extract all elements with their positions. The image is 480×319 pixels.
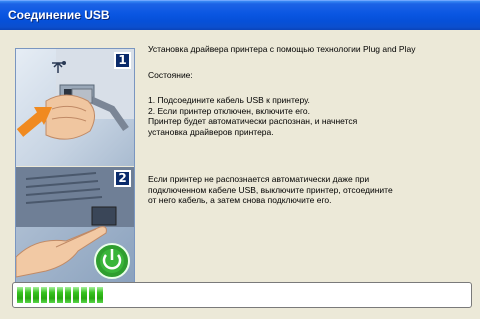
step1-badge: 1 xyxy=(114,52,131,69)
troubleshooting-note: Если принтер не распознается автоматичес… xyxy=(148,174,480,206)
status-label: Состояние: xyxy=(148,70,193,80)
progress-segment xyxy=(49,287,55,303)
progress-segment xyxy=(41,287,47,303)
progress-segment xyxy=(57,287,63,303)
progress-segment xyxy=(81,287,87,303)
install-progress-bar xyxy=(12,282,472,308)
step-line: Принтер будет автоматически распознан, и… xyxy=(148,116,358,126)
note-line: от него кабель, а затем снова подключите… xyxy=(148,195,332,205)
progress-segment xyxy=(65,287,71,303)
window-title: Соединение USB xyxy=(8,8,110,22)
progress-segment xyxy=(73,287,79,303)
note-line: Если принтер не распознается автоматичес… xyxy=(148,174,370,184)
step2-badge: 2 xyxy=(114,170,131,187)
steps-text: 1. Подсоедините кабель USB к принтеру. 2… xyxy=(148,95,480,137)
note-line: подключенном кабеле USB, выключите принт… xyxy=(148,184,393,195)
power-icon xyxy=(94,243,130,279)
step1-illustration: 1 xyxy=(16,49,134,166)
instruction-illustration: 1 2 xyxy=(15,48,135,284)
progress-segment xyxy=(97,287,103,303)
step2-illustration: 2 xyxy=(16,167,134,284)
progress-segment xyxy=(33,287,39,303)
progress-segment xyxy=(17,287,23,303)
dialog-content: 1 2 Установка драйвера принтера с помощь… xyxy=(0,30,480,319)
titlebar[interactable]: Соединение USB xyxy=(0,0,480,30)
instruction-heading: Установка драйвера принтера с помощью те… xyxy=(148,44,416,54)
step-line: 2. Если принтер отключен, включите его. xyxy=(148,105,310,116)
step-line: установка драйверов принтера. xyxy=(148,126,274,137)
progress-segment xyxy=(89,287,95,303)
usb-connection-dialog: Соединение USB 1 2 Установка драйвера пр… xyxy=(0,0,480,319)
progress-segment xyxy=(25,287,31,303)
step-line: 1. Подсоедините кабель USB к принтеру. xyxy=(148,95,310,105)
progress-fill xyxy=(17,287,103,303)
